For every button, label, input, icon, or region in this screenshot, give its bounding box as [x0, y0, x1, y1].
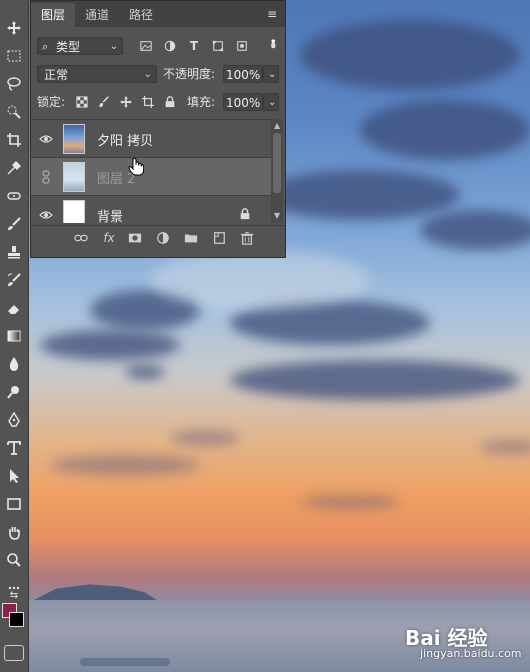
crop-tool-icon[interactable]: [0, 126, 28, 154]
add-mask-icon[interactable]: [127, 230, 143, 246]
background-color-swatch[interactable]: [9, 612, 24, 627]
opacity-input[interactable]: 100%: [223, 65, 263, 83]
rectangle-tool-icon[interactable]: [0, 490, 28, 518]
layer-row[interactable]: 夕阳 拷贝: [31, 119, 271, 158]
filter-toggle-icon[interactable]: [267, 37, 281, 51]
layer-row[interactable]: 背景: [31, 195, 271, 223]
layer-name[interactable]: 夕阳 拷贝: [97, 130, 153, 149]
lock-all-icon[interactable]: [163, 95, 177, 109]
new-adjustment-layer-icon[interactable]: [155, 230, 171, 246]
new-layer-icon[interactable]: [211, 230, 227, 246]
opacity-dropdown[interactable]: ⌄: [263, 65, 279, 83]
filter-kind-select[interactable]: ⌕ 类型 ⌄: [37, 37, 123, 55]
adjustment-filter-icon[interactable]: [163, 39, 177, 53]
fill-input[interactable]: 100%: [223, 93, 263, 111]
panel-menu-icon[interactable]: ≡: [267, 7, 277, 21]
gradient-tool-icon[interactable]: [0, 322, 28, 350]
lock-position-icon[interactable]: [119, 95, 133, 109]
layer-link-icon[interactable]: [39, 170, 53, 184]
lock-artboard-icon[interactable]: [141, 95, 155, 109]
opacity-label: 不透明度:: [163, 67, 216, 81]
layer-thumbnail: [63, 162, 85, 192]
blend-mode-value: 正常: [44, 68, 69, 82]
type-tool-icon[interactable]: [0, 434, 28, 462]
fill-dropdown[interactable]: ⌄: [263, 93, 279, 111]
lock-label: 锁定:: [37, 95, 66, 109]
new-group-folder-icon[interactable]: [183, 230, 199, 246]
lock-image-pixels-icon[interactable]: [97, 95, 111, 109]
chevron-down-icon: ⌄: [268, 69, 277, 80]
dodge-tool-icon[interactable]: [0, 378, 28, 406]
zoom-tool-icon[interactable]: [0, 546, 28, 574]
type-filter-icon[interactable]: T: [187, 39, 201, 53]
scroll-up-icon[interactable]: ▲: [274, 121, 280, 130]
layer-thumbnail: [63, 124, 85, 154]
layers-panel: 图层 通道 路径 ≡ ⌕ 类型 ⌄ T 正常 ⌄ 不透明度: 100% ⌄ 锁定…: [30, 0, 286, 258]
quick-selection-tool-icon[interactable]: [0, 98, 28, 126]
move-tool-icon[interactable]: [0, 14, 28, 42]
marquee-tool-icon[interactable]: [0, 42, 28, 70]
delete-layer-trash-icon[interactable]: [239, 230, 255, 246]
blur-tool-icon[interactable]: [0, 350, 28, 378]
hand-cursor-icon: [128, 157, 145, 176]
shape-filter-icon[interactable]: [211, 39, 225, 53]
lock-transparent-pixels-icon[interactable]: [75, 95, 89, 109]
layer-style-fx-icon[interactable]: fx: [101, 230, 117, 246]
chevron-down-icon: ⌄: [268, 97, 277, 108]
clone-stamp-tool-icon[interactable]: [0, 238, 28, 266]
layer-lock-icon: [240, 208, 250, 220]
pen-tool-icon[interactable]: [0, 406, 28, 434]
chevron-down-icon: ⌄: [143, 69, 152, 80]
eraser-tool-icon[interactable]: [0, 294, 28, 322]
mountain-silhouette: [30, 584, 160, 602]
layer-name[interactable]: 背景: [97, 206, 123, 223]
lasso-tool-icon[interactable]: [0, 70, 28, 98]
brush-tool-icon[interactable]: [0, 210, 28, 238]
filter-kind-label: 类型: [56, 40, 81, 54]
layer-thumbnail: [63, 200, 85, 223]
link-layers-icon[interactable]: [73, 230, 89, 246]
scroll-thumb[interactable]: [273, 133, 281, 193]
eyedropper-tool-icon[interactable]: [0, 154, 28, 182]
quick-mask-icon[interactable]: [4, 645, 24, 661]
watermark-url: jingyan.baidu.com: [420, 647, 522, 660]
tab-layers[interactable]: 图层: [31, 3, 76, 27]
visibility-eye-icon[interactable]: [39, 208, 53, 222]
fill-label: 填充:: [187, 95, 216, 109]
scroll-down-icon[interactable]: ▼: [274, 211, 280, 220]
tools-bar: ⇆: [0, 0, 29, 672]
layer-row[interactable]: 图层 2: [31, 157, 271, 196]
smart-object-filter-icon[interactable]: [235, 39, 249, 53]
chevron-down-icon: ⌄: [109, 41, 118, 52]
panel-bottom-bar: fx: [31, 225, 285, 250]
search-icon: ⌕: [42, 40, 49, 53]
tab-channels[interactable]: 通道: [75, 3, 119, 27]
tab-paths[interactable]: 路径: [119, 3, 163, 27]
path-selection-tool-icon[interactable]: [0, 462, 28, 490]
blend-mode-select[interactable]: 正常 ⌄: [37, 65, 157, 83]
reflection: [80, 658, 170, 666]
history-brush-tool-icon[interactable]: [0, 266, 28, 294]
visibility-eye-icon[interactable]: [39, 132, 53, 146]
pixel-filter-icon[interactable]: [139, 39, 153, 53]
healing-brush-tool-icon[interactable]: [0, 182, 28, 210]
swap-colors-icon[interactable]: ⇆: [0, 588, 28, 602]
hand-tool-icon[interactable]: [0, 518, 28, 546]
layers-scrollbar[interactable]: ▲ ▼: [271, 119, 283, 223]
layers-list: 夕阳 拷贝 图层 2 背景: [31, 119, 271, 223]
panel-tabs: 图层 通道 路径 ≡: [31, 1, 285, 27]
